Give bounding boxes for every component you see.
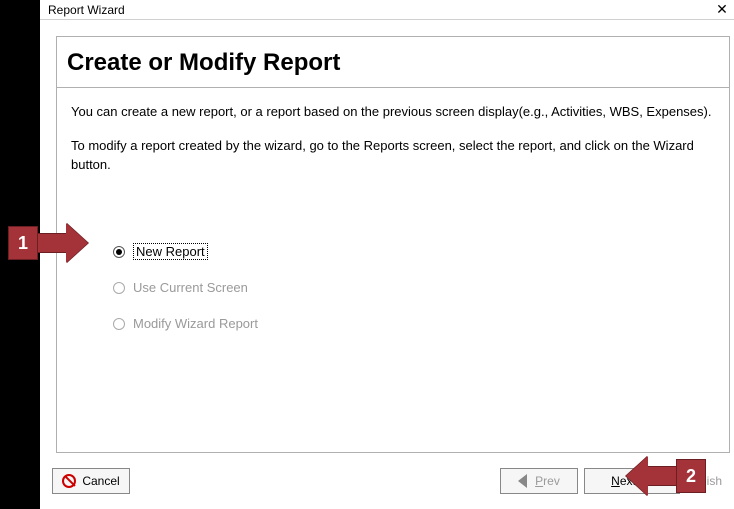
radio-label: Use Current Screen xyxy=(133,280,248,295)
callout-2: 2 xyxy=(626,456,706,496)
callout-tail xyxy=(38,233,66,253)
arrow-left-icon xyxy=(626,456,648,496)
window-title: Report Wizard xyxy=(48,3,710,17)
callout-tail xyxy=(648,466,676,486)
close-icon[interactable]: ✕ xyxy=(710,1,734,18)
radio-label: New Report xyxy=(133,243,208,260)
desc-line-2: To modify a report created by the wizard… xyxy=(71,136,715,175)
cancel-icon xyxy=(62,474,76,488)
prev-label: Prev xyxy=(535,474,560,488)
radio-label: Modify Wizard Report xyxy=(133,316,258,331)
radio-icon xyxy=(113,318,125,330)
cancel-button[interactable]: Cancel xyxy=(52,468,130,494)
radio-modify-wizard-report: Modify Wizard Report xyxy=(113,313,715,335)
prev-button: Prev xyxy=(500,468,578,494)
radio-icon xyxy=(113,282,125,294)
wizard-panel: Create or Modify Report You can create a… xyxy=(56,36,730,453)
callout-number: 2 xyxy=(676,459,706,493)
arrow-right-icon xyxy=(66,223,88,263)
arrow-left-icon xyxy=(518,474,527,488)
cancel-label: Cancel xyxy=(82,474,119,488)
callout-1: 1 xyxy=(8,223,88,263)
callout-number: 1 xyxy=(8,226,38,260)
radio-icon xyxy=(113,246,125,258)
radio-use-current-screen: Use Current Screen xyxy=(113,277,715,299)
radio-group: New Report Use Current Screen Modify Wiz… xyxy=(57,195,729,335)
title-bar: Report Wizard ✕ xyxy=(40,0,734,20)
page-description: You can create a new report, or a report… xyxy=(57,88,729,195)
radio-new-report[interactable]: New Report xyxy=(113,241,715,263)
desc-line-1: You can create a new report, or a report… xyxy=(71,102,715,122)
page-title: Create or Modify Report xyxy=(57,37,729,88)
